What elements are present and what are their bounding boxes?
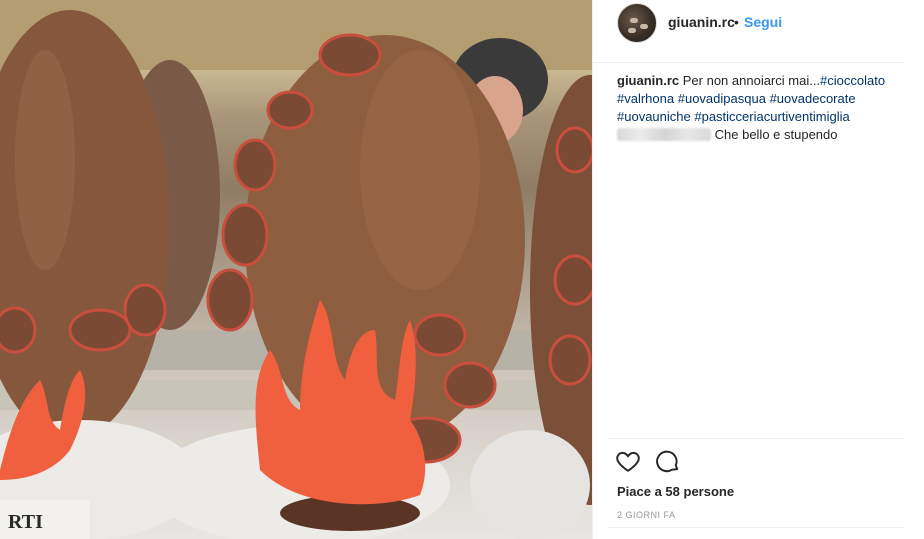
hashtag-link[interactable]: #cioccolato [820,73,885,88]
blurred-commenter-name[interactable] [617,128,711,141]
avatar[interactable] [617,3,657,43]
post-header: giuanin.rc • Segui [593,0,905,63]
hashtag-link[interactable]: #uovadecorate [770,91,856,106]
hashtag-link[interactable]: #uovauniche [617,109,691,124]
bakery-logo-text: RTI [8,511,43,533]
divider [609,438,905,439]
chocolate-eggs-image: RTI [0,0,592,539]
caption-username[interactable]: giuanin.rc [617,73,679,88]
comment-text: Che bello e stupendo [714,127,838,142]
divider [609,527,905,528]
follow-button[interactable]: Segui [744,14,782,30]
caption: giuanin.rc Per non annoiarci mai...#cioc… [617,72,907,126]
hashtag-link[interactable]: #uovadipasqua [678,91,766,106]
heart-icon[interactable] [615,448,641,474]
comments-section: giuanin.rc Per non annoiarci mai...#cioc… [617,72,907,144]
post-side-panel: giuanin.rc • Segui giuanin.rc Per non an… [592,0,924,539]
post-timestamp[interactable]: 2 GIORNI FA [617,510,676,520]
hashtag-link[interactable]: #valrhona [617,91,674,106]
action-bar [615,448,681,476]
post-username[interactable]: giuanin.rc [668,14,735,30]
comment: Che bello e stupendo [617,126,907,144]
likes-count[interactable]: Piace a 58 persone [617,484,734,499]
caption-text: Per non annoiarci mai... [682,73,821,88]
hashtag-link[interactable]: #pasticceriacurtiventimiglia [694,109,849,124]
comment-icon[interactable] [655,448,681,474]
separator-dot: • [734,14,739,30]
post-photo[interactable]: RTI [0,0,592,539]
